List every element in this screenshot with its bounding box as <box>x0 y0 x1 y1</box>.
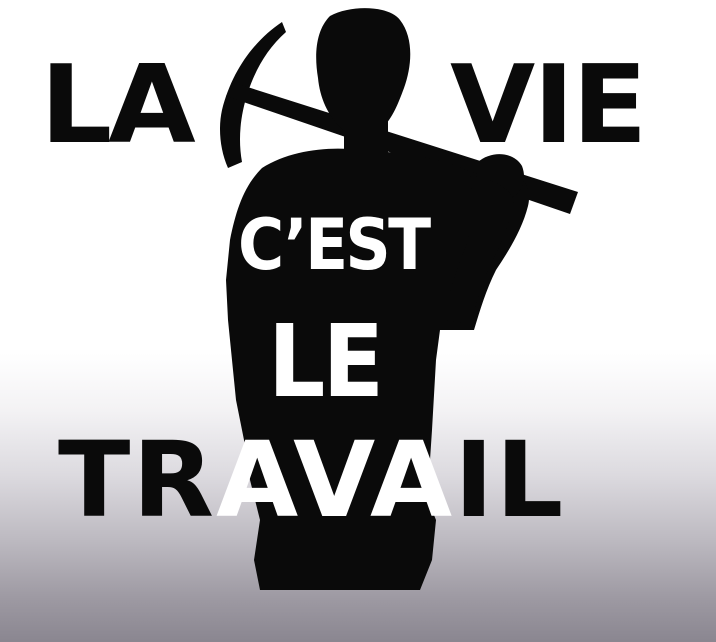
headline-cest: C’EST <box>238 204 431 286</box>
poster: LA VIE C’EST LE TRAVAIL <box>0 0 716 642</box>
head <box>316 8 411 132</box>
headline-travail: TRAVAIL <box>58 428 565 532</box>
headline-travail-part1: TR <box>58 419 217 541</box>
headline-travail-part2: AVA <box>216 419 455 541</box>
headline-la: LA <box>40 43 196 168</box>
headline-le: LE <box>268 303 384 420</box>
headline-vie: VIE <box>450 43 647 168</box>
headline-travail-part3: IL <box>454 419 566 541</box>
